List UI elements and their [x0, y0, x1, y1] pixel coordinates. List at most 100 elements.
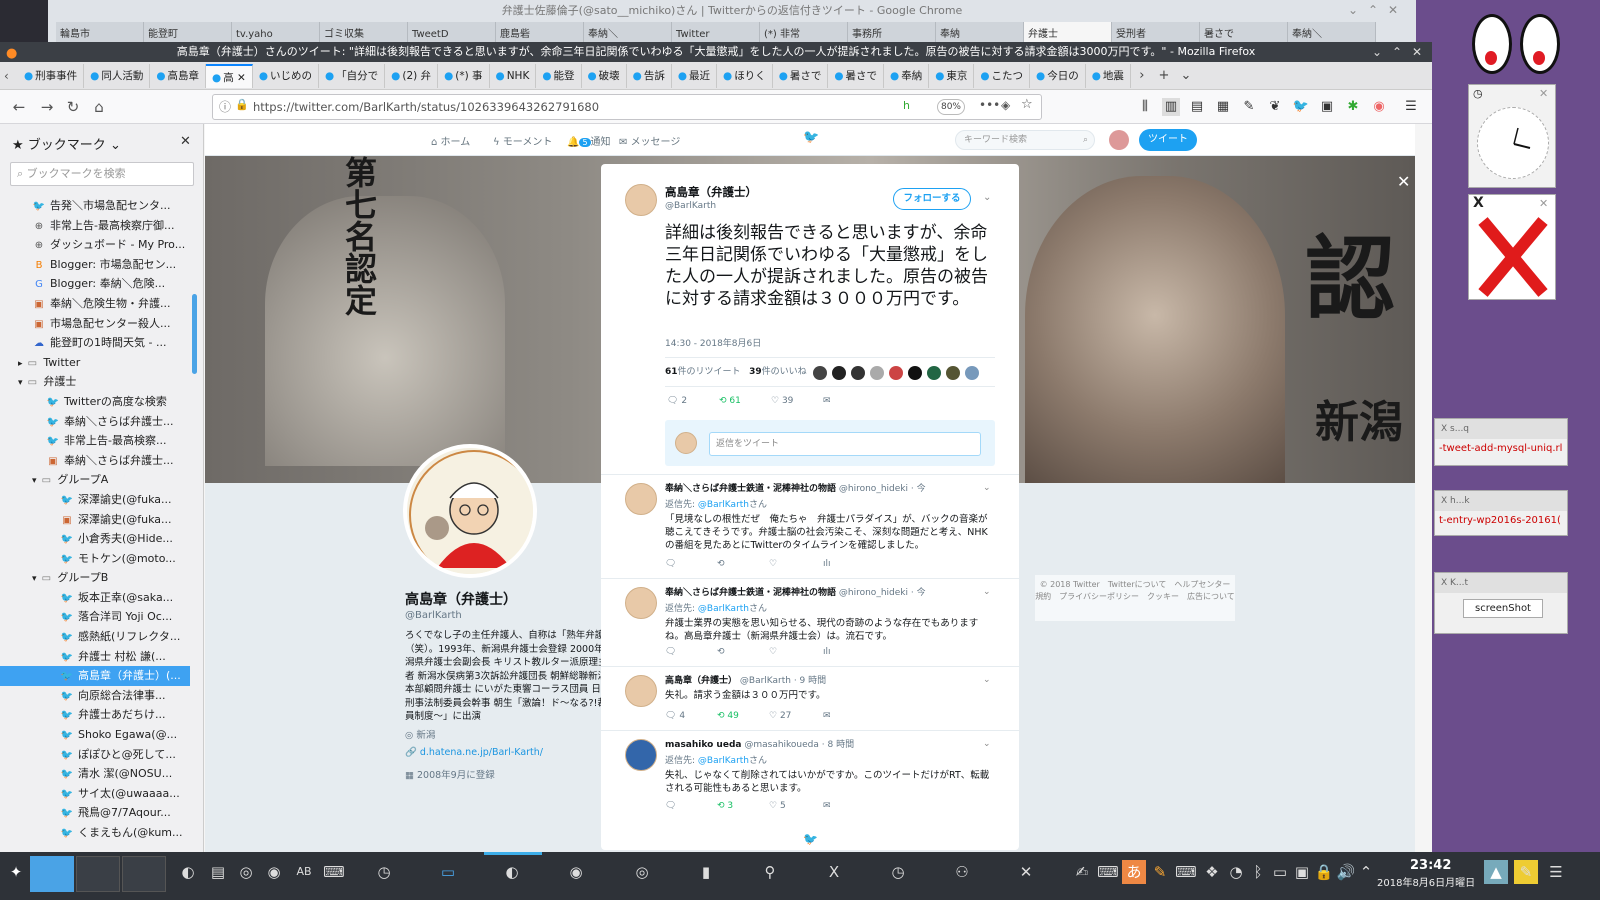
bookmark-item[interactable]: 🐦 感熱紙(リフレクタ...	[0, 627, 190, 647]
nav-messages[interactable]: ✉ メッセージ	[619, 133, 680, 148]
chrome-launcher-icon[interactable]: ◎	[234, 860, 258, 884]
taskbar-clock[interactable]: 23:42	[1410, 858, 1451, 873]
firefox-tab[interactable]: ● NHK	[490, 63, 537, 88]
firefox-tab[interactable]: ● 能登	[536, 63, 582, 88]
reply-header[interactable]: 奉納＼さらば弁護士鉄道・泥棒神社の物語 @hirono_hideki · 今	[665, 481, 926, 494]
twitter-bird-icon[interactable]: 🐦	[803, 130, 819, 145]
twitter-search-input[interactable]: キーワード検索 ⌕	[955, 130, 1095, 150]
keyboard-tray-icon[interactable]: ⌨	[1096, 860, 1120, 884]
clipboard-tray-icon[interactable]: ▣	[1290, 860, 1314, 884]
reply-tweet[interactable]: 奉納＼さらば弁護士鉄道・泥棒神社の物語 @hirono_hideki · 今返信…	[601, 578, 1019, 666]
reply-button[interactable]: 🗨 2	[667, 396, 687, 406]
bookmark-item[interactable]: 🐦 深澤諭史(@fuka...	[0, 490, 190, 510]
firefox-task-icon[interactable]: ◐	[500, 860, 524, 884]
reply-tweet[interactable]: masahiko ueda @masahikoueda · 8 時間 返信先: @…	[601, 730, 1019, 820]
url-bar[interactable]: ⓘ 🔒 https://twitter.com/BarlKarth/status…	[212, 94, 1042, 120]
reload-button[interactable]: ↻	[62, 96, 84, 118]
chevron-down-icon[interactable]: ⌄	[983, 192, 991, 203]
image-viewer-icon[interactable]: ▲	[1484, 860, 1508, 884]
pen-icon[interactable]: ✎	[1240, 98, 1258, 116]
bookmark-item[interactable]: 🐦 くまえもん(@kum...	[0, 823, 190, 843]
app-task-icon[interactable]: ◉	[564, 860, 588, 884]
reply-avatar[interactable]	[625, 739, 657, 771]
reply-to-handle[interactable]: @BarlKarth	[698, 500, 749, 510]
sidebar-close-button[interactable]: ✕	[180, 134, 191, 149]
window-task-icon[interactable]: ▭	[436, 860, 460, 884]
bookmark-item[interactable]: 🐦 坂本正幸(@saka...	[0, 588, 190, 608]
chevron-down-icon[interactable]: ▾	[32, 476, 39, 486]
bookmark-folder[interactable]: ▾ ▭ グループA	[0, 470, 190, 490]
twitter-footer[interactable]: © 2018 Twitter Twitterについて ヘルプセンター 規約 プラ…	[1035, 575, 1238, 621]
bookmark-item[interactable]: ⊕ ダッシュボード - My Pro...	[0, 235, 190, 255]
forward-button[interactable]: →	[36, 96, 58, 118]
keyboard-layout-icon[interactable]: ⌨	[1174, 860, 1198, 884]
rt-button[interactable]: ⟲ 3	[717, 801, 733, 811]
reply-button[interactable]: 🗨	[665, 647, 676, 657]
widget-titlebar[interactable]: X K...t	[1435, 573, 1567, 593]
bookmark-item[interactable]: 🐦 Twitterの高度な検索	[0, 392, 190, 412]
keyboard-icon[interactable]: ⌨	[322, 860, 346, 884]
bookmark-item[interactable]: 🐦 奉納＼さらば弁護士...	[0, 412, 190, 432]
firefox-tab[interactable]: ● 高 ✕	[206, 63, 253, 88]
like-button[interactable]: ♡ 39	[771, 396, 793, 406]
tweet-author-name[interactable]: 高島章（弁護士）	[665, 184, 757, 200]
bookmark-item[interactable]: ⊕ 非常上告-最高検察庁御...	[0, 216, 190, 236]
xlogo-task-icon[interactable]: ✕	[1014, 860, 1038, 884]
bookmark-item[interactable]: 🐦 告発＼市場急配センタ...	[0, 196, 190, 216]
display-icon[interactable]: ▭	[1268, 860, 1292, 884]
reply-header[interactable]: 奉納＼さらば弁護士鉄道・泥棒神社の物語 @hirono_hideki · 今	[665, 585, 926, 598]
reply-tweet[interactable]: 奉納＼さらば弁護士鉄道・泥棒神社の物語 @hirono_hideki · 今返信…	[601, 474, 1019, 578]
zoom-indicator[interactable]: 80%	[937, 99, 965, 115]
chevron-up-icon[interactable]: ⌃	[1354, 860, 1378, 884]
xeyes-task-icon[interactable]: ⚇	[950, 860, 974, 884]
reply-avatar[interactable]	[625, 483, 657, 515]
tab-close-icon[interactable]: ✕	[234, 72, 246, 84]
bookmark-item[interactable]: 🐦 清水 潔(@NOSU...	[0, 764, 190, 784]
window-minimize-button[interactable]: ⌄	[1372, 42, 1382, 62]
bookmark-item[interactable]: 🐦 小倉秀夫(@Hide...	[0, 529, 190, 549]
notes-icon[interactable]: ✎	[1514, 860, 1538, 884]
pin-task-icon[interactable]: ⚲	[758, 860, 782, 884]
tab-list-button[interactable]: ⌄	[1175, 68, 1197, 83]
firefox-tab[interactable]: ● 暑さで	[828, 63, 885, 88]
firefox-tab[interactable]: ● 刑事事件	[18, 63, 85, 88]
like-button[interactable]: ♡	[769, 647, 777, 657]
taskbar-date[interactable]: 2018年8月6日月曜日	[1377, 874, 1475, 889]
app-menu-icon[interactable]: ✦	[4, 860, 28, 884]
reply-author-name[interactable]: masahiko ueda	[665, 740, 741, 750]
tweet-author-avatar[interactable]	[625, 184, 657, 216]
rt-button[interactable]: ⟲	[717, 647, 725, 657]
firefox-tab[interactable]: ● 暑さで	[773, 63, 829, 88]
app-icon[interactable]: ◉	[262, 860, 286, 884]
ime-icon[interactable]: あ	[1122, 860, 1146, 884]
compose-tweet-button[interactable]: ツイート	[1139, 129, 1197, 151]
nav-notifications[interactable]: 🔔 5 通知	[567, 133, 611, 148]
bookmark-item[interactable]: B Blogger: 市場急配セン...	[0, 255, 190, 275]
like-button[interactable]: ♡ 27	[769, 711, 791, 721]
terminal-widget[interactable]: X s...q -tweet-add-mysql-uniq.rl	[1434, 418, 1568, 466]
star-icon[interactable]: ☆	[1021, 97, 1033, 112]
reply-to-handle[interactable]: @BarlKarth	[698, 756, 749, 766]
document-icon[interactable]: ▤	[206, 860, 230, 884]
bookmark-item[interactable]: ▣ 深澤諭史(@fuka...	[0, 510, 190, 530]
clipboard-icon[interactable]: ▣	[1318, 98, 1336, 116]
reply-tweet[interactable]: 高島章（弁護士） @BarlKarth · 9 時間 失礼。請求う金額は３００万円…	[601, 666, 1019, 730]
bookmark-item[interactable]: ▣ 奉納＼さらば弁護士...	[0, 451, 190, 471]
extension-icon[interactable]: h	[903, 99, 910, 112]
library-icon[interactable]: ⫼	[1136, 98, 1154, 116]
liker-avatar[interactable]	[870, 366, 884, 380]
virtual-desktop-3[interactable]	[122, 856, 166, 892]
chevron-down-icon[interactable]: ⌄	[983, 675, 991, 685]
bookmark-item[interactable]: ☁ 能登町の1時間天気 - ...	[0, 333, 190, 353]
firefox-tab[interactable]: ● いじめの	[253, 63, 319, 88]
profile-handle[interactable]: @BarlKarth	[405, 610, 462, 621]
reply-input[interactable]: 返信をツイート	[709, 432, 981, 456]
avatar[interactable]	[1109, 130, 1129, 150]
reply-author-name[interactable]: 高島章（弁護士）	[665, 676, 737, 686]
liker-avatar[interactable]	[908, 366, 922, 380]
bookmark-item[interactable]: 🐦 Shoko Egawa(@...	[0, 725, 190, 745]
chrome-maximize-button[interactable]: ⌃	[1368, 3, 1378, 17]
bookmark-item[interactable]: 🐦 弁護士あだちけ...	[0, 705, 190, 725]
bookmark-item[interactable]: 🐦 落合洋司 Yoji Oc...	[0, 607, 190, 627]
chevron-down-icon[interactable]: ▾	[18, 378, 25, 388]
